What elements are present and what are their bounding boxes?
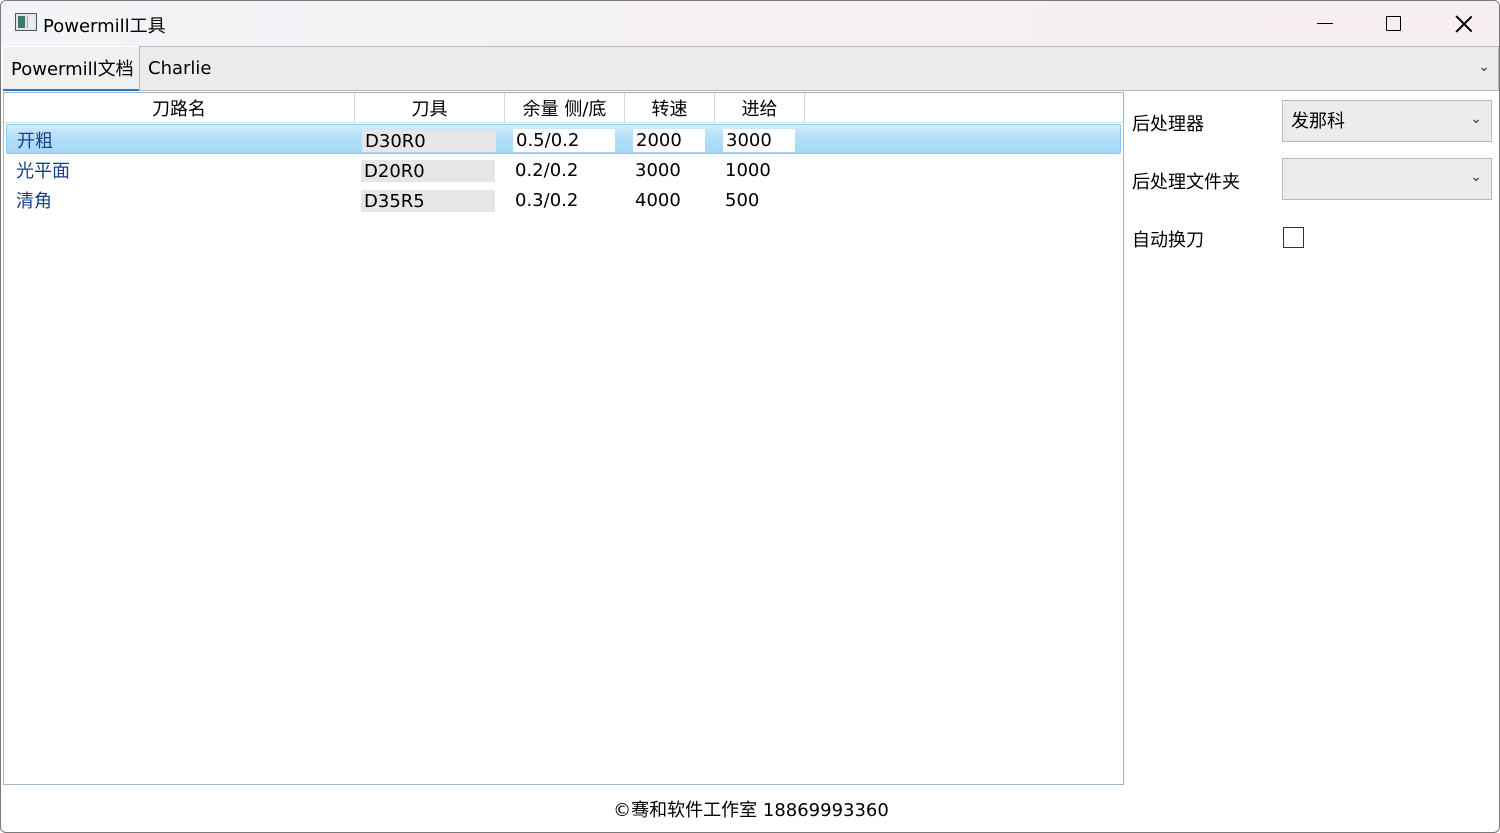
chevron-down-icon: ⌄ [1470, 169, 1482, 185]
toolpath-name-cell: 清角 [16, 191, 52, 212]
post-folder-select[interactable]: ⌄ [1282, 158, 1492, 200]
title-bar[interactable]: Powermill工具 [1, 1, 1499, 46]
post-processor-select[interactable]: 发那科 ⌄ [1282, 100, 1492, 142]
post-processor-label: 后处理器 [1132, 114, 1204, 135]
window-title: Powermill工具 [43, 16, 166, 37]
column-header-tool[interactable]: 刀具 [355, 93, 505, 123]
column-header-speed[interactable]: 转速 [625, 93, 715, 123]
speed-input[interactable]: 2000 [633, 129, 705, 152]
allowance-input[interactable]: 0.5/0.2 [513, 129, 615, 152]
toolpath-name-cell: 开粗 [17, 131, 53, 152]
feed-input[interactable]: 3000 [723, 129, 795, 152]
app-icon [15, 13, 37, 31]
maximize-icon [1385, 16, 1401, 31]
allowance-value[interactable]: 0.2/0.2 [512, 155, 578, 185]
feed-value[interactable]: 1000 [722, 155, 771, 185]
speed-value[interactable]: 4000 [632, 185, 681, 215]
document-tab-label[interactable]: Powermill文档 [3, 47, 139, 91]
chevron-down-icon: ⌄ [1478, 59, 1490, 75]
column-header-allowance[interactable]: 余量 侧/底 [505, 93, 625, 123]
close-button[interactable] [1429, 1, 1499, 46]
feed-value[interactable]: 500 [722, 185, 759, 215]
toolpath-name-cell: 光平面 [16, 161, 70, 182]
footer-copyright: ©骞和软件工作室 18869993360 [613, 800, 889, 821]
table-row[interactable]: 光平面 D20R0 0.2/0.2 3000 1000 [6, 155, 1121, 185]
column-header-toolpath-name[interactable]: 刀路名 [4, 93, 355, 123]
allowance-value[interactable]: 0.3/0.2 [512, 185, 578, 215]
document-select[interactable]: Charlie ⌄ [139, 46, 1499, 91]
post-processor-value: 发那科 [1291, 111, 1345, 132]
maximize-button[interactable] [1358, 1, 1428, 46]
table-row[interactable]: 清角 D35R5 0.3/0.2 4000 500 [6, 185, 1121, 215]
document-select-value: Charlie [148, 58, 212, 79]
minimize-icon [1317, 23, 1333, 24]
minimize-button[interactable] [1290, 1, 1360, 46]
speed-value[interactable]: 3000 [632, 155, 681, 185]
close-icon [1455, 15, 1473, 33]
app-window: Powermill工具 Powermill文档 Charlie ⌄ 刀路名 刀具… [0, 0, 1500, 833]
toolpath-table[interactable]: 刀路名 刀具 余量 侧/底 转速 进给 开粗 D30R0 0.5/0.2 200… [3, 92, 1124, 785]
table-header: 刀路名 刀具 余量 侧/底 转速 进给 [4, 93, 1123, 123]
tool-cell[interactable]: D20R0 [361, 160, 495, 182]
chevron-down-icon: ⌄ [1470, 111, 1482, 127]
auto-tool-change-checkbox[interactable] [1283, 227, 1304, 248]
tool-cell[interactable]: D30R0 [362, 130, 496, 152]
post-folder-label: 后处理文件夹 [1132, 172, 1240, 193]
table-row[interactable]: 开粗 D30R0 0.5/0.2 2000 3000 [6, 124, 1121, 154]
tool-cell[interactable]: D35R5 [361, 190, 495, 212]
column-header-feed[interactable]: 进给 [715, 93, 805, 123]
auto-tool-change-label: 自动换刀 [1132, 230, 1204, 251]
